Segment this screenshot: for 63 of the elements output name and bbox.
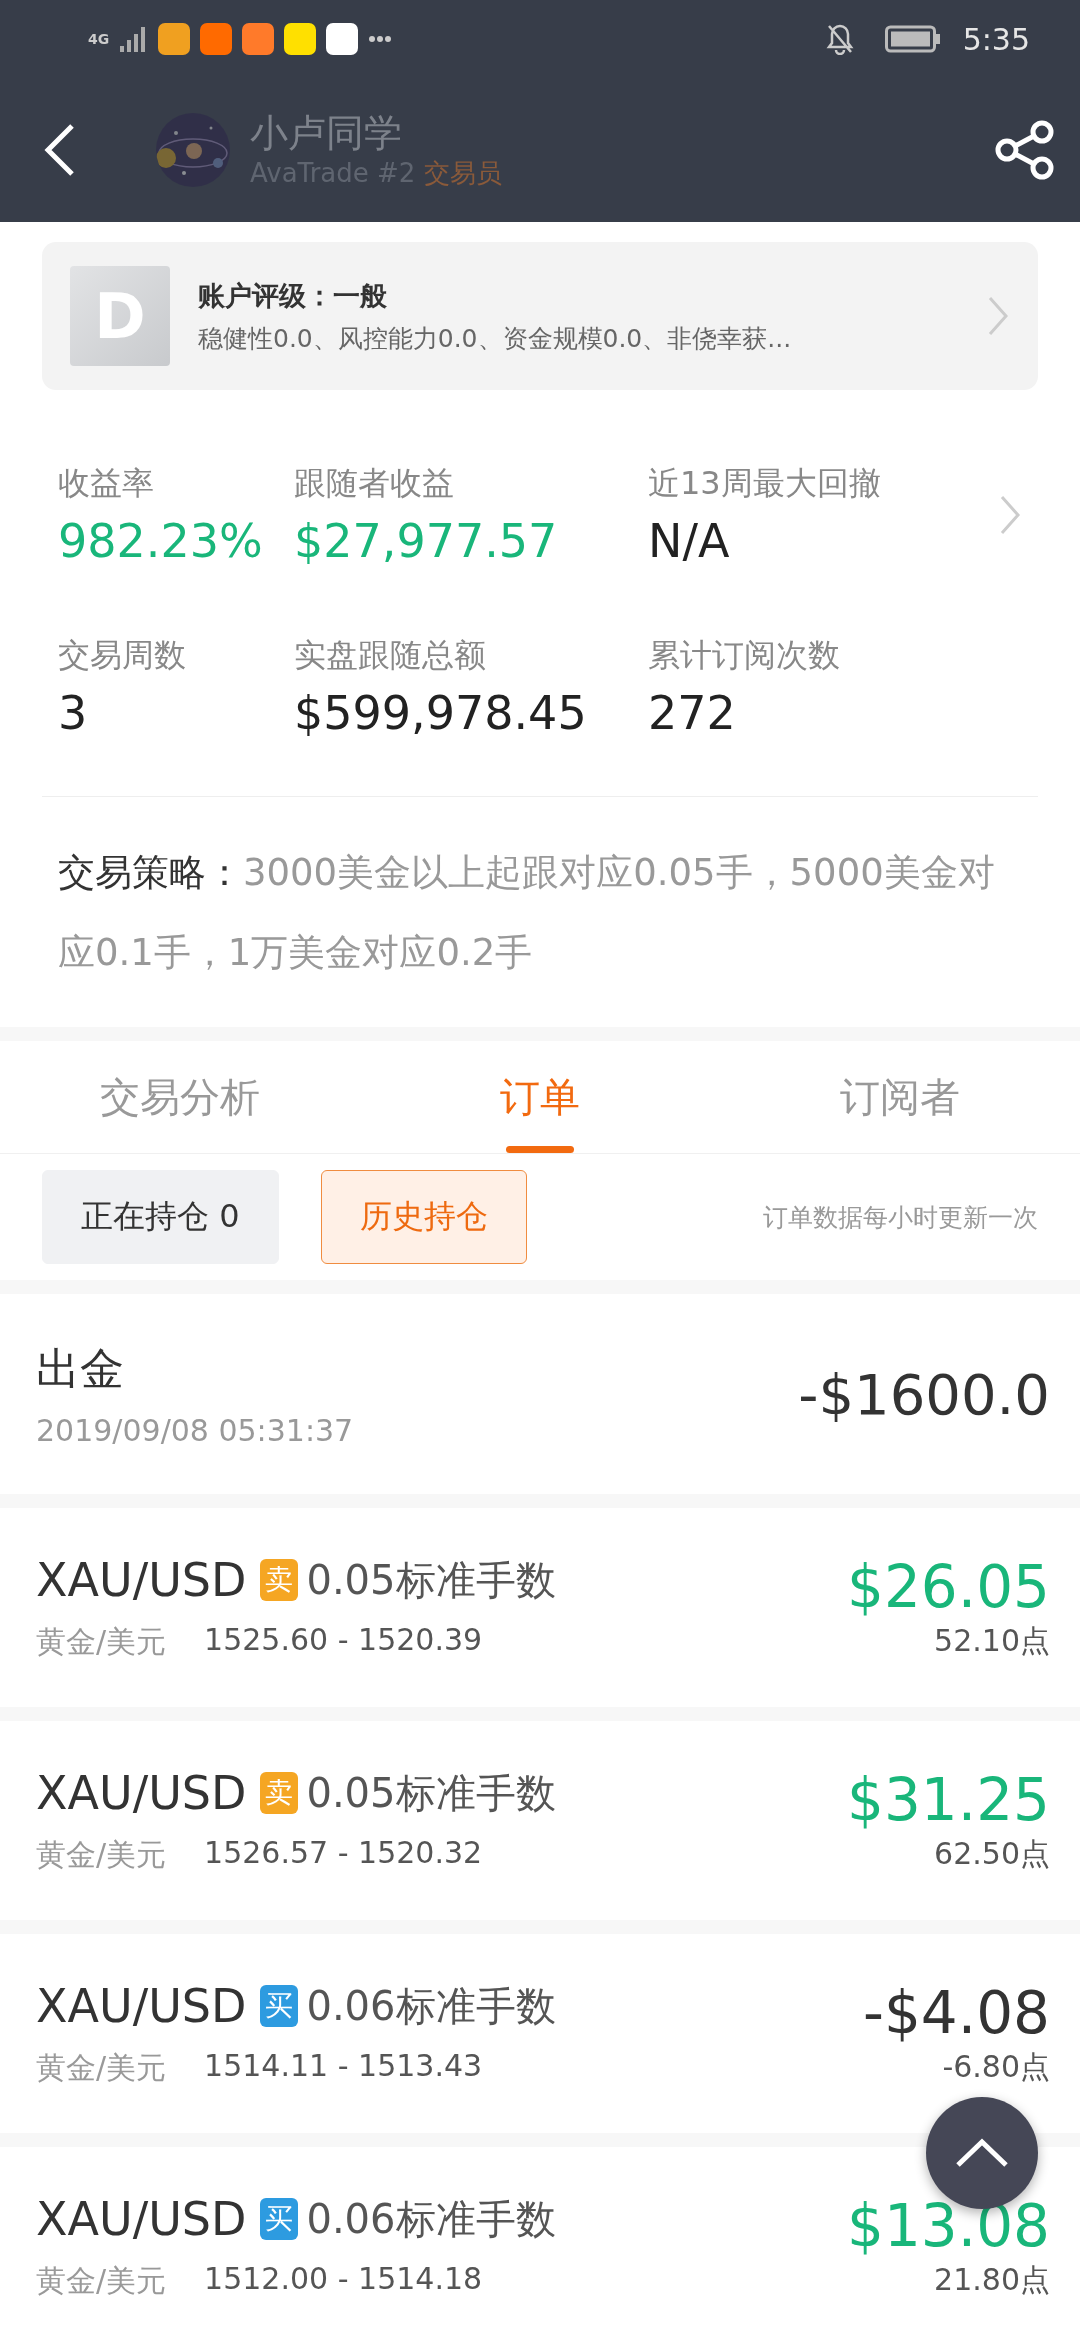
side-badge: 买 bbox=[260, 1985, 299, 2027]
instrument-name: 黄金/美元 bbox=[36, 1622, 167, 1661]
profit-points: 21.80点 bbox=[933, 2261, 1050, 2299]
price-range: 1526.57 - 1520.32 bbox=[204, 1834, 483, 1872]
transaction-type: 出金 bbox=[36, 1342, 125, 1396]
filter-button[interactable]: 历史持仓 bbox=[320, 1170, 527, 1264]
clock-time: 5:35 bbox=[962, 21, 1030, 57]
profit-amount: $26.05 bbox=[847, 1553, 1050, 1621]
profit-points: 52.10点 bbox=[933, 1622, 1050, 1660]
tab[interactable]: 订阅者 bbox=[720, 1041, 1080, 1153]
symbol: XAU/USD bbox=[36, 1766, 247, 1820]
side-badge: 卖 bbox=[260, 1772, 299, 1814]
side-badge: 买 bbox=[260, 2198, 299, 2240]
instrument-name: 黄金/美元 bbox=[36, 2261, 167, 2300]
lot-size: 0.05标准手数 bbox=[306, 1555, 556, 1605]
profit-points: 62.50点 bbox=[933, 1835, 1050, 1873]
battery-icon bbox=[884, 25, 941, 53]
stat-value: $27,977.57 bbox=[294, 514, 559, 568]
rating-title: 账户评级：一般 bbox=[198, 278, 388, 313]
tab[interactable]: 交易分析 bbox=[0, 1041, 360, 1153]
profit-amount: $31.25 bbox=[847, 1766, 1050, 1834]
transaction-amount: -$1600.0 bbox=[798, 1361, 1050, 1427]
stat-value: 272 bbox=[648, 686, 737, 740]
more-icon bbox=[368, 35, 392, 43]
instrument-name: 黄金/美元 bbox=[36, 2048, 167, 2087]
signal-icon bbox=[118, 24, 148, 54]
tab[interactable]: 订单 bbox=[360, 1041, 720, 1153]
role-label: 交易员 bbox=[423, 157, 502, 188]
stat-value: N/A bbox=[648, 514, 731, 568]
side-badge: 卖 bbox=[260, 1559, 299, 1601]
symbol: XAU/USD bbox=[36, 1979, 247, 2033]
chevron-right-icon bbox=[986, 294, 1010, 338]
profit-points: -6.80点 bbox=[941, 2048, 1050, 2086]
filter-button[interactable]: 正在持仓 0 bbox=[42, 1170, 279, 1264]
profit-amount: $13.08 bbox=[847, 2192, 1050, 2260]
stat-label: 跟随者收益 bbox=[294, 463, 455, 504]
price-range: 1514.11 - 1513.43 bbox=[204, 2047, 483, 2085]
instrument-name: 黄金/美元 bbox=[36, 1835, 167, 1874]
strategy-text: 交易策略：3000美金以上起跟对应0.05手，5000美金对应0.1手，1万美金对应0.2手 bbox=[58, 850, 996, 976]
symbol: XAU/USD bbox=[36, 2192, 247, 2246]
stat-label: 近13周最大回撤 bbox=[648, 463, 882, 504]
price-range: 1512.00 - 1514.18 bbox=[204, 2260, 483, 2298]
stat-label: 实盘跟随总额 bbox=[294, 635, 487, 676]
stat-label: 交易周数 bbox=[58, 635, 187, 676]
trader-name: 小卢同学 bbox=[250, 109, 403, 156]
stat-label: 累计订阅次数 bbox=[648, 635, 841, 676]
rating-detail: 稳健性0.0、风控能力0.0、资金规模0.0、非侥幸获... bbox=[198, 322, 793, 355]
stat-value: 3 bbox=[58, 686, 89, 740]
lot-size: 0.06标准手数 bbox=[306, 2194, 556, 2244]
stat-value: $599,978.45 bbox=[294, 686, 588, 740]
transaction-time: 2019/09/08 05:31:37 bbox=[36, 1413, 354, 1448]
stat-label: 收益率 bbox=[58, 463, 155, 504]
lot-size: 0.06标准手数 bbox=[306, 1981, 556, 2031]
mute-bell-icon bbox=[824, 23, 855, 55]
lot-size: 0.05标准手数 bbox=[306, 1768, 556, 1818]
network-type: 4G bbox=[88, 32, 108, 46]
symbol: XAU/USD bbox=[36, 1553, 247, 1607]
profit-amount: -$4.08 bbox=[863, 1979, 1050, 2047]
price-range: 1525.60 - 1520.39 bbox=[204, 1621, 483, 1659]
share-icon[interactable] bbox=[994, 120, 1056, 180]
chevron-up-icon bbox=[954, 2137, 1010, 2169]
stat-value: 982.23% bbox=[58, 514, 264, 568]
update-note: 订单数据每小时更新一次 bbox=[763, 1201, 1038, 1234]
